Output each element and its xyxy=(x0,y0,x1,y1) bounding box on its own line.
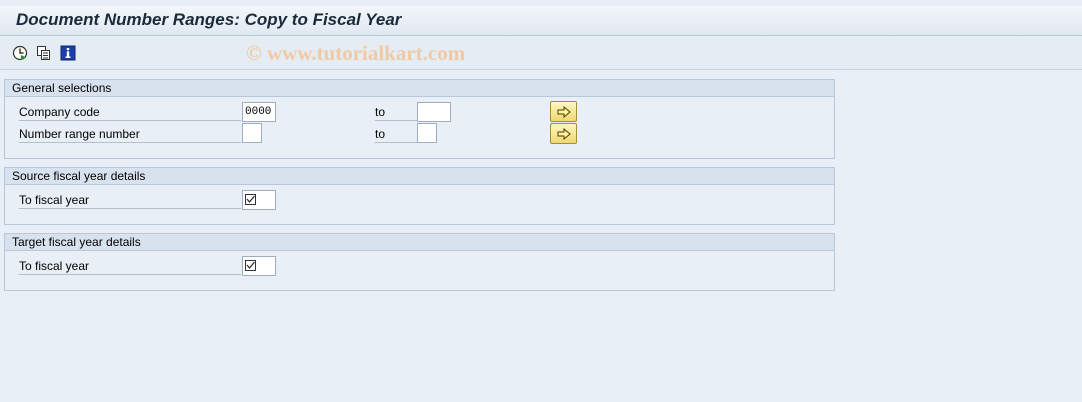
arrow-right-icon xyxy=(557,127,571,140)
company-code-row: Company code to xyxy=(5,101,834,123)
multiple-selection-icon xyxy=(37,46,50,60)
required-entry-icon xyxy=(245,194,256,205)
source-to-fiscal-year-input[interactable] xyxy=(242,190,276,210)
target-fiscal-year-group: Target fiscal year details To fiscal yea… xyxy=(4,233,835,291)
source-fiscal-year-group: Source fiscal year details To fiscal yea… xyxy=(4,167,835,225)
watermark-text: © www.tutorialkart.com xyxy=(246,41,466,65)
source-fiscal-year-row: To fiscal year xyxy=(5,189,834,211)
number-range-multiple-selection-button[interactable] xyxy=(550,123,577,144)
target-fiscal-year-row: To fiscal year xyxy=(5,255,834,277)
general-selections-group: General selections Company code to Numbe… xyxy=(4,79,835,159)
to-label: to xyxy=(375,126,417,143)
company-code-from-input[interactable] xyxy=(242,102,276,122)
number-range-row: Number range number to xyxy=(5,123,834,145)
get-variant-button[interactable] xyxy=(36,45,52,61)
information-icon xyxy=(60,45,76,61)
company-code-multiple-selection-button[interactable] xyxy=(550,101,577,122)
company-code-label: Company code xyxy=(19,104,241,121)
number-range-label: Number range number xyxy=(19,126,241,143)
group-title: Source fiscal year details xyxy=(5,168,834,185)
required-entry-icon xyxy=(245,260,256,271)
target-to-fiscal-year-input[interactable] xyxy=(242,256,276,276)
arrow-right-icon xyxy=(557,105,571,118)
number-range-from-input[interactable] xyxy=(242,123,262,143)
to-label: to xyxy=(375,104,417,121)
information-button[interactable] xyxy=(60,45,76,61)
number-range-to-input[interactable] xyxy=(417,123,437,143)
execute-button[interactable] xyxy=(12,45,28,61)
company-code-to-input[interactable] xyxy=(417,102,451,122)
source-to-fiscal-year-label: To fiscal year xyxy=(19,192,241,209)
title-bar: Document Number Ranges: Copy to Fiscal Y… xyxy=(0,6,1082,36)
target-to-fiscal-year-label: To fiscal year xyxy=(19,258,241,275)
page-title: Document Number Ranges: Copy to Fiscal Y… xyxy=(16,10,402,29)
execute-icon xyxy=(12,45,28,61)
group-title: Target fiscal year details xyxy=(5,234,834,251)
group-title: General selections xyxy=(5,80,834,97)
application-toolbar: © www.tutorialkart.com xyxy=(0,37,1082,70)
